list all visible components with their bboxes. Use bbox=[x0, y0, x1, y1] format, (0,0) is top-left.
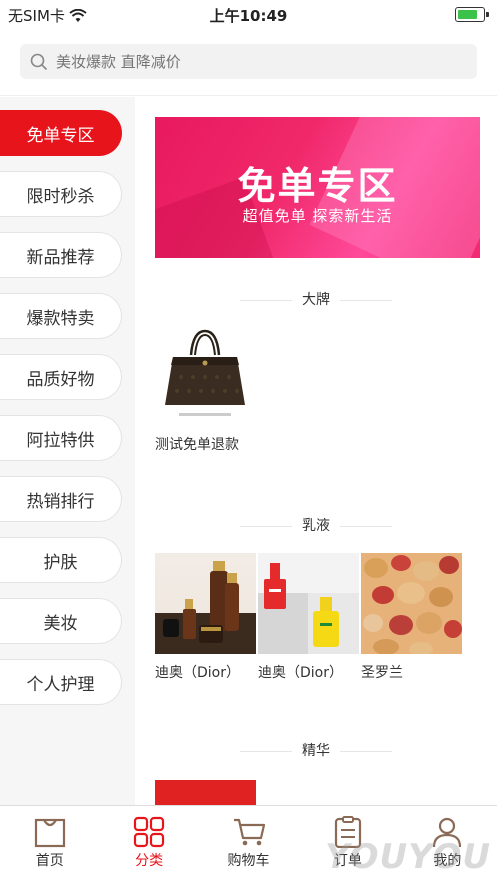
status-bar: 无SIM卡 上午10:49 bbox=[0, 0, 497, 30]
grid-icon bbox=[134, 816, 165, 848]
clock: 上午10:49 bbox=[209, 7, 288, 25]
sidebar-item-skincare[interactable]: 护肤 bbox=[0, 537, 122, 583]
watermark-logo: YOUYOU bbox=[325, 837, 491, 877]
sidebar-item-label: 热销排行 bbox=[26, 491, 95, 512]
cart-icon bbox=[233, 818, 265, 846]
sidebar-item-label: 阿拉特供 bbox=[26, 430, 95, 451]
essence-product-image[interactable] bbox=[155, 780, 256, 805]
sidebar-item-hot-deals[interactable]: 爆款特卖 bbox=[0, 293, 122, 339]
search-icon bbox=[30, 53, 48, 70]
banner-subtitle: 超值免单 探索新生活 bbox=[242, 207, 393, 225]
sidebar-item-flash-sale[interactable]: 限时秒杀 bbox=[0, 171, 122, 217]
section-title-brands: 大牌 bbox=[135, 289, 497, 309]
sidebar-item-label: 品质好物 bbox=[26, 369, 95, 390]
sidebar-item-label: 新品推荐 bbox=[26, 247, 95, 268]
category-sidebar: 免单专区 限时秒杀 新品推荐 爆款特卖 品质好物 阿拉特供 热销排行 护肤 美妆… bbox=[0, 97, 135, 805]
sidebar-item-label: 限时秒杀 bbox=[26, 186, 95, 207]
sidebar-item-label: 免单专区 bbox=[26, 125, 95, 146]
serum-image bbox=[155, 553, 256, 654]
product-card[interactable]: 迪奥（Dior） bbox=[258, 553, 359, 682]
tab-category[interactable]: 分类 bbox=[99, 806, 198, 883]
nuts-image bbox=[361, 553, 462, 654]
sidebar-item-quality[interactable]: 品质好物 bbox=[0, 354, 122, 400]
promo-banner[interactable]: 免单专区 超值免单 探索新生活 bbox=[155, 117, 480, 258]
tab-label: 购物车 bbox=[227, 853, 270, 869]
tab-label: 分类 bbox=[135, 853, 164, 869]
banner-title: 免单专区 bbox=[237, 164, 398, 208]
product-card[interactable]: 圣罗兰 bbox=[361, 553, 462, 682]
tab-label: 首页 bbox=[35, 853, 64, 869]
category-content: 免单专区 超值免单 探索新生活 大牌 测试免单退款 乳液 迪奥（Dior） 迪奥… bbox=[135, 97, 497, 805]
sidebar-item-label: 护肤 bbox=[43, 552, 78, 573]
product-name: 圣罗兰 bbox=[361, 665, 403, 681]
sidebar-item-label: 爆款特卖 bbox=[26, 308, 95, 329]
tab-cart[interactable]: 购物车 bbox=[199, 806, 298, 883]
search-bar[interactable] bbox=[20, 44, 477, 79]
product-name: 迪奥（Dior） bbox=[258, 665, 343, 681]
battery-icon bbox=[455, 7, 489, 22]
product-card[interactable]: 测试免单退款 bbox=[155, 325, 256, 454]
sidebar-item-label: 美妆 bbox=[43, 613, 78, 634]
sidebar-item-free[interactable]: 免单专区 bbox=[0, 110, 122, 156]
product-name: 迪奥（Dior） bbox=[155, 665, 240, 681]
handbag-image bbox=[155, 325, 256, 426]
bag-icon bbox=[34, 818, 65, 848]
sidebar-item-makeup[interactable]: 美妆 bbox=[0, 598, 122, 644]
search-input[interactable] bbox=[56, 52, 436, 71]
section-title-essence: 精华 bbox=[135, 740, 497, 760]
sidebar-item-ranking[interactable]: 热销排行 bbox=[0, 476, 122, 522]
product-card[interactable]: 迪奥（Dior） bbox=[155, 553, 256, 682]
product-name: 测试免单退款 bbox=[155, 437, 239, 453]
sidebar-item-personal-care[interactable]: 个人护理 bbox=[0, 659, 122, 705]
sidebar-item-special[interactable]: 阿拉特供 bbox=[0, 415, 122, 461]
section-title-lotion: 乳液 bbox=[135, 515, 497, 535]
sidebar-item-new[interactable]: 新品推荐 bbox=[0, 232, 122, 278]
tab-home[interactable]: 首页 bbox=[0, 806, 99, 883]
search-header bbox=[0, 30, 497, 96]
perfume-image bbox=[258, 553, 359, 654]
sidebar-item-label: 个人护理 bbox=[26, 674, 95, 695]
